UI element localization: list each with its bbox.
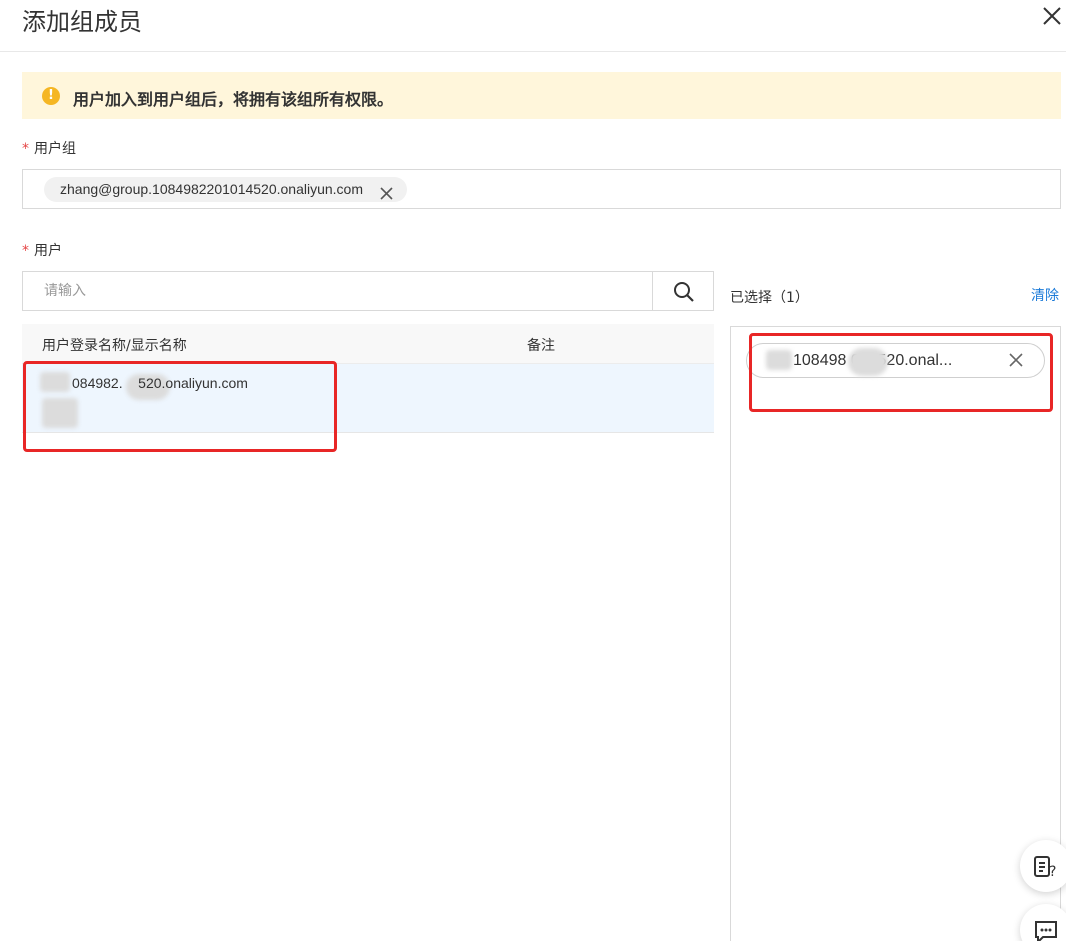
redacted-blur [848,348,888,376]
selected-count-label: 已选择（1） [730,290,809,306]
user-group-label: * 用户组 [22,141,76,157]
help-doc-icon: ? [1034,856,1056,880]
dialog-header: 添加组成员 [0,0,1066,52]
svg-text:?: ? [1049,864,1056,880]
search-icon [674,282,694,302]
user-group-field[interactable]: zhang@group.1084982201014520.onaliyun.co… [22,169,1061,209]
dialog-title: 添加组成员 [22,8,142,36]
search-button[interactable] [652,271,714,311]
warning-icon: ! [42,87,60,105]
user-label: * 用户 [22,243,62,259]
alert-message: 用户加入到用户组后，将拥有该组所有权限。 [73,90,394,109]
user-login-name: 084982. 520.onaliyun.com [72,375,248,391]
user-search [22,271,714,311]
clear-link[interactable]: 清除 [1031,285,1059,305]
search-input[interactable] [23,272,653,310]
permission-alert: ! 用户加入到用户组后，将拥有该组所有权限。 [22,72,1061,119]
group-tag-label: zhang@group.1084982201014520.onaliyun.co… [60,181,364,197]
required-mark: * [22,243,29,259]
close-icon[interactable] [1040,4,1064,28]
table-row[interactable]: 084982. 520.onaliyun.com ... [22,364,714,433]
redacted-blur [40,372,70,392]
column-login-name: 用户登录名称/显示名称 [42,338,187,354]
user-table-header: 用户登录名称/显示名称 备注 [22,324,714,364]
selected-panel [730,326,1061,941]
column-note: 备注 [527,338,555,354]
remove-group-icon[interactable] [380,183,393,200]
remove-selected-icon[interactable] [1009,353,1023,367]
required-mark: * [22,141,29,157]
group-tag: zhang@group.1084982201014520.onaliyun.co… [44,177,408,202]
redacted-blur [766,350,792,370]
feedback-button[interactable]: ? [1020,840,1066,892]
chat-icon [1035,921,1057,941]
